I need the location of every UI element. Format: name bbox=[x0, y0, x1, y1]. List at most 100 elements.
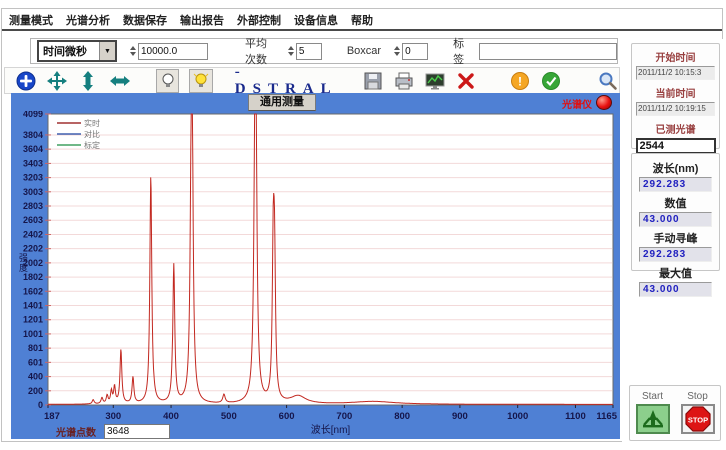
x-tick-label: 800 bbox=[394, 411, 410, 422]
time-info-panel: 开始时间 2011/11/2 10:15:3 当前时间 2011/11/2 10… bbox=[631, 43, 720, 149]
warning-button[interactable]: ! bbox=[509, 70, 530, 92]
y-tick-label: 0 bbox=[38, 400, 43, 410]
menu-item-6[interactable]: 帮助 bbox=[351, 12, 373, 28]
integration-mode-select[interactable]: 时间微秒 ▼ bbox=[37, 40, 117, 62]
wavelength-value: 292.283 bbox=[639, 177, 712, 192]
y-tick-label: 2603 bbox=[23, 215, 43, 225]
sidebar: 开始时间 2011/11/2 10:15:3 当前时间 2011/11/2 10… bbox=[622, 39, 724, 443]
y-tick-label: 3003 bbox=[23, 187, 43, 197]
delete-icon bbox=[456, 71, 476, 91]
start-time-label: 开始时间 bbox=[656, 49, 696, 64]
menu-item-0[interactable]: 测量模式 bbox=[9, 12, 53, 28]
spectrum-chart-panel: 通用测量 光谱仪 0200400601801100112011401160218… bbox=[11, 93, 620, 439]
y-tick-label: 601 bbox=[28, 357, 43, 367]
average-stepper[interactable] bbox=[286, 43, 296, 59]
y-tick-label: 1201 bbox=[23, 315, 43, 325]
measured-spectra-input[interactable] bbox=[636, 138, 716, 154]
pan-button[interactable] bbox=[46, 70, 67, 92]
x-tick-label: 400 bbox=[163, 411, 179, 422]
tag-label: 标签 bbox=[453, 35, 468, 67]
x-tick-label: 187 bbox=[44, 411, 60, 422]
menu-item-3[interactable]: 输出报告 bbox=[180, 12, 224, 28]
plot-area bbox=[48, 114, 613, 405]
horizontal-scale-icon bbox=[110, 71, 130, 91]
spectrum-display-button[interactable] bbox=[425, 70, 446, 92]
horizontal-scale-button[interactable] bbox=[109, 70, 130, 92]
boxcar-input[interactable] bbox=[402, 43, 428, 60]
x-tick-label: 600 bbox=[279, 411, 295, 422]
y-axis-title-char: 度 bbox=[19, 262, 28, 273]
search-button[interactable] bbox=[598, 70, 619, 92]
lamp-on-button[interactable] bbox=[189, 69, 212, 93]
run-control-panel: Start Stop STOP bbox=[629, 385, 721, 441]
spectrometer-status-text: 光谱仪 bbox=[562, 96, 592, 111]
status-led-icon bbox=[596, 95, 612, 110]
y-axis-title-char: 强 bbox=[19, 253, 28, 263]
y-tick-label: 1401 bbox=[23, 301, 43, 311]
average-label: 平均次数 bbox=[245, 35, 275, 67]
stop-label: Stop bbox=[687, 391, 708, 402]
tab-general-measure[interactable]: 通用测量 bbox=[248, 94, 316, 111]
start-label: Start bbox=[642, 391, 663, 402]
boxcar-label: Boxcar bbox=[347, 45, 381, 57]
current-time-label: 当前时间 bbox=[656, 85, 696, 100]
zoom-in-icon bbox=[16, 71, 36, 91]
y-tick-label: 1802 bbox=[23, 272, 43, 282]
points-input[interactable] bbox=[104, 424, 170, 439]
y-tick-label: 3804 bbox=[23, 130, 43, 140]
start-time-value: 2011/11/2 10:15:3 bbox=[636, 66, 715, 80]
stop-sign-icon: STOP bbox=[684, 406, 712, 432]
x-tick-label: 1000 bbox=[507, 411, 528, 422]
spectrum-plot[interactable]: 0200400601801100112011401160218022002220… bbox=[11, 111, 620, 439]
pan-icon bbox=[47, 71, 67, 91]
average-input[interactable] bbox=[296, 43, 322, 60]
print-icon bbox=[394, 71, 414, 91]
integration-time-input[interactable] bbox=[138, 43, 208, 60]
vertical-scale-button[interactable] bbox=[78, 70, 99, 92]
save-button[interactable] bbox=[362, 70, 383, 92]
zoom-in-button[interactable] bbox=[15, 70, 36, 92]
delete-button[interactable] bbox=[456, 70, 477, 92]
y-tick-label: 1001 bbox=[23, 329, 43, 339]
integration-time-stepper[interactable] bbox=[128, 43, 138, 59]
ok-button[interactable] bbox=[540, 70, 561, 92]
legend-label: 标定 bbox=[84, 140, 100, 150]
x-tick-label: 700 bbox=[336, 411, 352, 422]
x-tick-label: 1100 bbox=[565, 411, 586, 422]
value-value: 43.000 bbox=[639, 212, 712, 227]
menu-item-1[interactable]: 光谱分析 bbox=[66, 12, 110, 28]
svg-text:!: ! bbox=[518, 74, 522, 88]
print-button[interactable] bbox=[393, 70, 414, 92]
chart-titlebar: 通用测量 光谱仪 bbox=[11, 93, 620, 111]
wavelength-label: 波长(nm) bbox=[653, 160, 699, 176]
boxcar-stepper[interactable] bbox=[392, 43, 402, 59]
vertical-scale-icon bbox=[78, 71, 98, 91]
points-label: 光谱点数 bbox=[56, 424, 96, 439]
lamp-on-icon bbox=[192, 72, 210, 90]
menu-item-4[interactable]: 外部控制 bbox=[237, 12, 281, 28]
stop-button[interactable]: STOP bbox=[681, 404, 715, 434]
legend-label: 实时 bbox=[84, 118, 100, 128]
measured-spectra-label: 已测光谱 bbox=[656, 121, 696, 136]
app-window: 测量模式光谱分析数据保存输出报告外部控制设备信息帮助 时间微秒 ▼ 平均次数 B… bbox=[1, 8, 723, 442]
lamp-off-button[interactable] bbox=[156, 69, 179, 93]
integration-mode-value: 时间微秒 bbox=[39, 43, 99, 59]
x-axis-title: 波长[nm] bbox=[311, 423, 351, 436]
tag-input[interactable] bbox=[479, 43, 617, 60]
max-value-value: 43.000 bbox=[639, 282, 712, 297]
chevron-down-icon[interactable]: ▼ bbox=[99, 42, 115, 60]
value-label: 数值 bbox=[665, 195, 687, 211]
ok-icon bbox=[541, 71, 561, 91]
y-tick-label: 2803 bbox=[23, 201, 43, 211]
y-tick-label: 3203 bbox=[23, 173, 43, 183]
start-button[interactable] bbox=[636, 404, 670, 434]
toolbar: -DSTRAL bbox=[4, 67, 620, 94]
y-tick-label: 1602 bbox=[23, 286, 43, 296]
x-tick-label: 500 bbox=[221, 411, 237, 422]
menu-item-5[interactable]: 设备信息 bbox=[294, 12, 338, 28]
y-tick-label: 400 bbox=[28, 372, 43, 382]
lamp-off-icon bbox=[159, 72, 177, 90]
menu-bar: 测量模式光谱分析数据保存输出报告外部控制设备信息帮助 bbox=[2, 9, 722, 31]
menu-item-2[interactable]: 数据保存 bbox=[123, 12, 167, 28]
start-rocket-icon bbox=[640, 408, 666, 430]
